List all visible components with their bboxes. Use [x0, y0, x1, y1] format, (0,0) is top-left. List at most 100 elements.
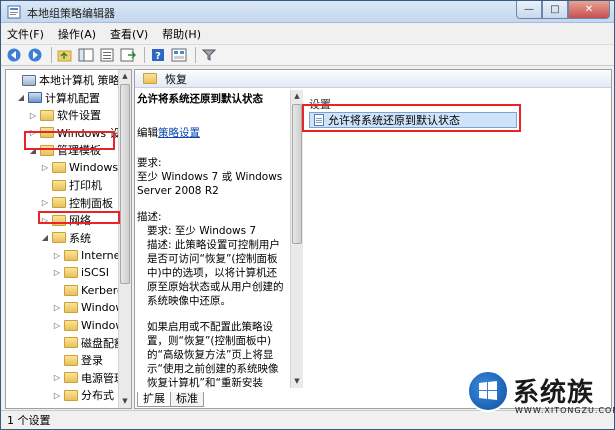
scroll-up-arrow-icon[interactable]: ▲ — [291, 90, 303, 103]
tree-item[interactable]: ▷ Windows — [40, 160, 118, 176]
description-block: 描述: 要求: 至少 Windows 7 描述: 此策略设置可控制用户是否可访问… — [137, 210, 287, 308]
forward-button[interactable] — [26, 46, 44, 64]
tree-item[interactable]: ▷ Internet — [52, 247, 125, 263]
tree-view-icon — [78, 48, 94, 62]
annotation-highlight-setting — [302, 104, 521, 132]
close-button[interactable]: ✕ — [568, 1, 610, 19]
export-button[interactable] — [119, 46, 137, 64]
tree-item[interactable]: ▷ 软件设置 — [28, 107, 101, 123]
filter-button[interactable] — [200, 46, 218, 64]
expand-arrow-icon[interactable]: ▷ — [52, 251, 62, 260]
menu-action[interactable]: 操作(A) — [58, 26, 96, 42]
folder-icon — [52, 179, 66, 191]
menu-help[interactable]: 帮助(H) — [162, 26, 201, 42]
menu-view[interactable]: 查看(V) — [110, 26, 148, 42]
folder-icon — [64, 337, 78, 348]
computer-policy-icon — [22, 74, 36, 86]
window-title: 本地组策略编辑器 — [27, 7, 115, 20]
annotation-highlight-system — [38, 211, 120, 224]
folder-icon — [64, 389, 78, 401]
edit-policy-line: 编辑策略设置 — [137, 126, 287, 140]
policy-editor-icon — [7, 5, 21, 19]
tree-item[interactable]: ▷ iSCSI — [52, 265, 109, 281]
description-text: 描述: 此策略设置可控制用户是否可访问“恢复”(控制面板中)中的选项，以将计算机… — [147, 239, 284, 307]
scroll-down-arrow-icon[interactable]: ▼ — [291, 375, 303, 388]
title-bar[interactable]: 本地组策略编辑器 — □ ✕ — [1, 1, 614, 23]
tree-item[interactable]: ◢ 计算机配置 — [16, 90, 100, 106]
folder-icon — [64, 372, 78, 383]
folder-icon — [40, 109, 54, 121]
expand-arrow-icon[interactable]: ▷ — [52, 303, 62, 312]
tree-item[interactable]: ▷ 控制面板 — [40, 195, 113, 211]
expand-arrow-icon[interactable]: ▷ — [52, 391, 62, 400]
requirements-text: 至少 Windows 7 或 Windows Server 2008 R2 — [137, 171, 283, 197]
scroll-down-arrow-icon[interactable]: ▼ — [119, 395, 131, 408]
tree-item[interactable]: 磁盘配额 — [52, 335, 125, 351]
folder-icon — [64, 249, 78, 261]
svg-text:?: ? — [155, 51, 161, 62]
minimize-icon: — — [524, 4, 534, 15]
maximize-button[interactable]: □ — [542, 1, 568, 19]
up-folder-icon — [57, 50, 72, 62]
tree-item[interactable]: 登录 — [52, 352, 103, 368]
navigation-tree: 本地计算机 策略 ◢ 计算机配置 ▷ 软件设置 ▷ Windows 设置 ◢ 管理模板 ▷ Wind… — [5, 69, 132, 409]
folder-icon — [64, 267, 78, 278]
properties-button[interactable] — [170, 46, 188, 64]
arrow-right-icon — [28, 48, 42, 62]
tree-item-label: 系统 — [69, 231, 91, 245]
site-watermark: 系统族 WWW.XITONGZU.COM — [467, 368, 615, 428]
folder-icon — [52, 197, 66, 208]
tree-item-label: 分布式 — [81, 389, 114, 402]
tab-standard[interactable]: 标准 — [170, 392, 204, 407]
tree-item-label: 本地计算机 策略 — [39, 74, 120, 87]
close-icon: ✕ — [584, 4, 594, 15]
tab-extended[interactable]: 扩展 — [137, 392, 171, 407]
toolbar-separator — [144, 47, 145, 63]
expand-arrow-icon[interactable]: ▷ — [28, 111, 38, 120]
tree-item-label: 软件设置 — [57, 109, 101, 122]
tree-item[interactable]: 打印机 — [40, 177, 102, 193]
watermark-url: WWW.XITONGZU.COM — [515, 406, 615, 415]
description-label: 描述: — [137, 211, 162, 223]
tree-item-label: Windows — [69, 161, 119, 174]
settings-list: 设置 允许将系统还原到默认状态 — [305, 90, 611, 388]
refresh-button[interactable] — [98, 46, 116, 64]
policy-title: 允许将系统还原到默认状态 — [137, 93, 263, 105]
folder-icon — [52, 232, 66, 243]
toolbar-separator — [51, 47, 52, 63]
help-button[interactable]: ? — [149, 46, 167, 64]
folder-icon — [52, 162, 66, 173]
toolbar: ? — [1, 44, 614, 66]
expand-arrow-icon[interactable]: ▷ — [52, 268, 62, 277]
watermark-logo — [467, 370, 509, 412]
folder-icon — [64, 284, 78, 296]
edit-policy-link[interactable]: 策略设置 — [158, 127, 200, 139]
scroll-up-arrow-icon[interactable]: ▲ — [119, 70, 131, 83]
expand-arrow-icon[interactable]: ▷ — [52, 373, 62, 382]
tree-item[interactable]: ▷ 电源管理 — [52, 370, 125, 386]
up-folder-button[interactable] — [56, 46, 74, 64]
tree-item[interactable]: ▷ 分布式 — [52, 387, 114, 403]
expand-arrow-icon[interactable]: ▷ — [52, 321, 62, 330]
back-button[interactable] — [5, 46, 23, 64]
requirements-block: 要求: 至少 Windows 7 或 Windows Server 2008 R… — [137, 156, 287, 198]
expand-arrow-icon[interactable]: ▷ — [40, 163, 50, 172]
description-scrollbar[interactable]: ▲ ▼ — [290, 90, 303, 388]
description-scroll-thumb[interactable] — [292, 104, 302, 244]
tree-item[interactable]: 本地计算机 策略 — [10, 72, 120, 88]
expand-arrow-icon[interactable]: ▷ — [40, 198, 50, 207]
toolbar-separator — [195, 47, 196, 63]
tree-item-label: 打印机 — [69, 179, 102, 192]
show-tree-button[interactable] — [77, 46, 95, 64]
minimize-button[interactable]: — — [516, 1, 542, 19]
tree-item[interactable]: ◢ 系统 — [40, 230, 91, 246]
menu-file[interactable]: 文件(F) — [7, 26, 44, 42]
collapse-arrow-icon[interactable]: ◢ — [16, 93, 26, 102]
maximize-icon: □ — [550, 4, 560, 15]
tree-scrollbar[interactable]: ▲ ▼ — [118, 70, 131, 408]
watermark-text: 系统族 — [513, 378, 595, 408]
help-icon: ? — [152, 49, 164, 62]
tree-scroll-thumb[interactable] — [120, 84, 130, 284]
collapse-arrow-icon[interactable]: ◢ — [40, 233, 50, 242]
window-controls: — □ ✕ — [516, 1, 610, 19]
